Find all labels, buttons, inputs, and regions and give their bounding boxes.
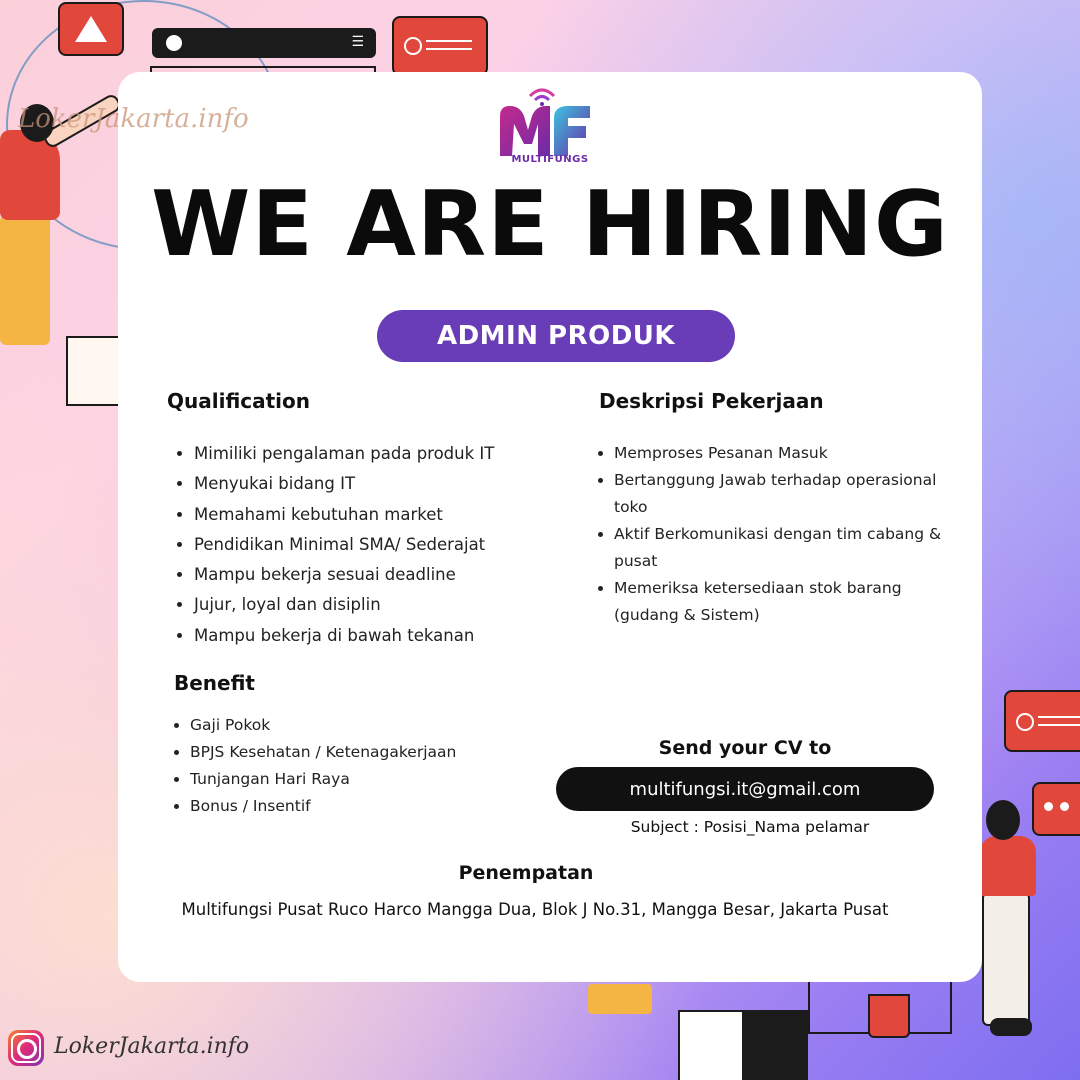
list-item: Memeriksa ketersediaan stok barang (guda… xyxy=(614,575,969,629)
instagram-icon[interactable] xyxy=(8,1030,44,1066)
job-card: MULTIFUNGS WE ARE HIRING ADMIN PRODUK Qu… xyxy=(118,72,982,982)
list-item: Bertanggung Jawab terhadap operasional t… xyxy=(614,467,969,521)
legs-illustration xyxy=(588,984,652,1014)
list-item: Bonus / Insentif xyxy=(190,793,456,820)
company-logo: MULTIFUNGS xyxy=(494,86,606,176)
email-subject: Subject : Posisi_Nama pelamar xyxy=(630,818,870,836)
chat-bubble-icon xyxy=(1032,782,1080,836)
person-illustration-legs xyxy=(0,215,50,345)
list-item: BPJS Kesehatan / Ketenagakerjaan xyxy=(190,739,456,766)
list-item: Mampu bekerja sesuai deadline xyxy=(194,560,494,590)
qualification-title: Qualification xyxy=(167,389,311,413)
list-item: Mampu bekerja di bawah tekanan xyxy=(194,621,494,651)
headline: WE ARE HIRING xyxy=(151,172,949,277)
list-item: Gaji Pokok xyxy=(190,712,456,739)
message-card-icon-right xyxy=(1004,690,1080,752)
list-item: Tunjangan Hari Raya xyxy=(190,766,456,793)
email-address[interactable]: multifungsi.it@gmail.com xyxy=(556,767,934,811)
list-item: Pendidikan Minimal SMA/ Sederajat xyxy=(194,530,494,560)
benefit-title: Benefit xyxy=(174,671,255,695)
placement-title: Penempatan xyxy=(458,862,594,884)
shoe-illustration xyxy=(990,1018,1032,1036)
person-right-head xyxy=(986,800,1020,840)
list-item: Jujur, loyal dan disiplin xyxy=(194,590,494,620)
logo-text: MULTIFUNGS xyxy=(511,154,589,165)
box-illustration-bottom xyxy=(678,1010,748,1080)
list-item: Menyukai bidang IT xyxy=(194,469,494,499)
placement-address: Multifungsi Pusat Ruco Harco Mangga Dua,… xyxy=(181,900,889,919)
footer-brand: LokerJakarta.info xyxy=(54,1034,250,1059)
list-item: Memproses Pesanan Masuk xyxy=(614,440,969,467)
list-item: Mimiliki pengalaman pada produk IT xyxy=(194,439,494,469)
benefit-list: Gaji Pokok BPJS Kesehatan / Ketenagakerj… xyxy=(164,712,456,820)
qualification-list: Mimiliki pengalaman pada produk IT Menyu… xyxy=(168,439,494,651)
watermark: LokerJakarta.info xyxy=(18,104,249,134)
mf-logo-icon xyxy=(500,106,590,156)
video-play-icon xyxy=(58,2,124,56)
browser-bar-illustration: ☰ xyxy=(152,28,376,58)
person-right-body xyxy=(980,836,1036,896)
send-cv-title: Send your CV to xyxy=(658,737,832,759)
description-list: Memproses Pesanan Masuk Bertanggung Jawa… xyxy=(588,440,969,629)
description-title: Deskripsi Pekerjaan xyxy=(599,389,824,413)
list-item: Aktif Berkomunikasi dengan tim cabang & … xyxy=(614,521,969,575)
list-item: Memahami kebutuhan market xyxy=(194,500,494,530)
position-badge: ADMIN PRODUK xyxy=(377,310,735,362)
mug-illustration xyxy=(868,994,910,1038)
message-card-icon xyxy=(392,16,488,76)
box-illustration-dark xyxy=(742,1010,808,1080)
person-right-legs xyxy=(982,892,1030,1026)
